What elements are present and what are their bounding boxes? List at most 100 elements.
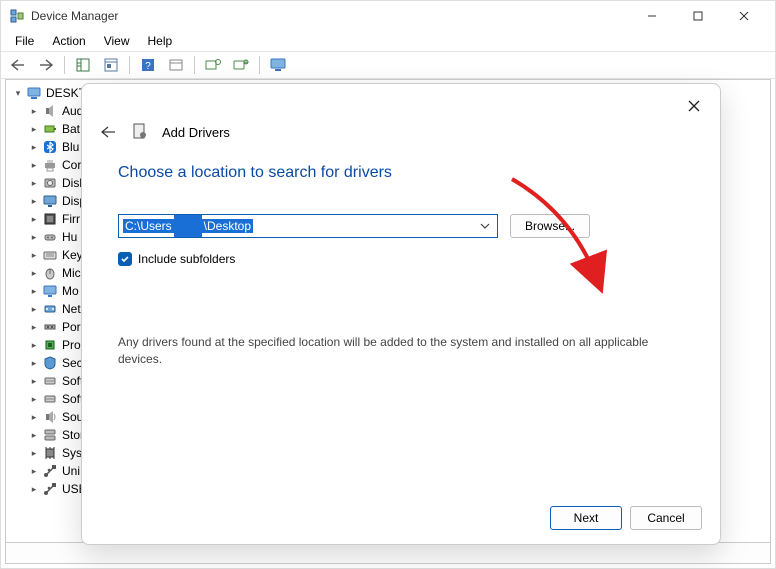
path-segment-1: C:\Users: [123, 219, 174, 233]
expand-icon[interactable]: ▸: [28, 339, 40, 351]
usb-icon: [42, 481, 58, 497]
scan-hardware-icon[interactable]: [200, 54, 226, 76]
dialog-heading: Choose a location to search for drivers: [118, 164, 684, 182]
add-drivers-dialog: Add Drivers Choose a location to search …: [81, 83, 721, 545]
expand-icon[interactable]: ▸: [28, 447, 40, 459]
storage-icon: [42, 427, 58, 443]
expand-icon[interactable]: ▸: [28, 429, 40, 441]
tree-item-label: Net: [62, 302, 81, 316]
tree-item-label: Por: [62, 320, 81, 334]
expand-icon[interactable]: ▸: [28, 195, 40, 207]
dialog-close-button[interactable]: [680, 92, 708, 120]
expand-icon[interactable]: ▸: [28, 465, 40, 477]
speaker-icon: [42, 103, 58, 119]
menu-action[interactable]: Action: [44, 32, 93, 50]
expand-icon[interactable]: ▸: [28, 357, 40, 369]
expand-icon[interactable]: ▸: [28, 105, 40, 117]
dialog-description: Any drivers found at the specified locat…: [118, 334, 684, 368]
menu-file[interactable]: File: [7, 32, 42, 50]
menu-view[interactable]: View: [96, 32, 138, 50]
chevron-down-icon[interactable]: [477, 215, 493, 237]
expand-icon[interactable]: ▸: [28, 177, 40, 189]
display-icon: [42, 193, 58, 209]
action-icon[interactable]: [163, 54, 189, 76]
show-hide-console-tree-icon[interactable]: [70, 54, 96, 76]
battery-icon: [42, 121, 58, 137]
expand-icon[interactable]: ▸: [28, 249, 40, 261]
monitor-icon[interactable]: [265, 54, 291, 76]
include-subfolders-checkbox[interactable]: Include subfolders: [118, 252, 684, 266]
close-button[interactable]: [721, 1, 767, 31]
tree-item-label: Blu: [62, 140, 79, 154]
expand-icon[interactable]: ▸: [28, 123, 40, 135]
chip-icon: [42, 445, 58, 461]
expand-icon[interactable]: ▸: [28, 321, 40, 333]
expand-icon[interactable]: ▸: [28, 375, 40, 387]
expand-icon[interactable]: ▸: [28, 141, 40, 153]
browse-button[interactable]: Browse...: [510, 214, 590, 238]
bluetooth-icon: [42, 139, 58, 155]
keyboard-icon: [42, 247, 58, 263]
security-icon: [42, 355, 58, 371]
add-driver-icon[interactable]: +: [228, 54, 254, 76]
window-title: Device Manager: [31, 9, 118, 23]
expand-icon[interactable]: ▸: [28, 411, 40, 423]
component-icon: [42, 373, 58, 389]
printer-icon: [42, 157, 58, 173]
hid-icon: [42, 229, 58, 245]
svg-text:?: ?: [145, 61, 151, 72]
help-icon[interactable]: ?: [135, 54, 161, 76]
driver-icon: [132, 123, 148, 142]
expand-icon[interactable]: ▾: [12, 87, 24, 99]
window-controls: [629, 1, 767, 31]
sound-icon: [42, 409, 58, 425]
forward-icon[interactable]: [33, 54, 59, 76]
tree-item-label: Cor: [62, 158, 81, 172]
expand-icon[interactable]: ▸: [28, 231, 40, 243]
maximize-button[interactable]: [675, 1, 721, 31]
disk-icon: [42, 175, 58, 191]
toolbar-sep: [259, 56, 260, 74]
expand-icon[interactable]: ▸: [28, 393, 40, 405]
tree-item-label: Pro: [62, 338, 81, 352]
dialog-body: Choose a location to search for drivers …: [118, 164, 684, 266]
toolbar: ? +: [1, 51, 775, 79]
tree-item-label: Mo: [62, 284, 79, 298]
back-icon[interactable]: [5, 54, 31, 76]
menubar: File Action View Help: [1, 31, 775, 51]
tree-item-label: Bat: [62, 122, 80, 136]
expand-icon[interactable]: ▸: [28, 303, 40, 315]
tree-item-label: Hu: [62, 230, 77, 244]
path-combobox[interactable]: C:\Users \Desktop: [118, 214, 498, 238]
toolbar-sep: [64, 56, 65, 74]
device-manager-icon: [9, 8, 25, 24]
network-icon: [42, 301, 58, 317]
path-segment-2: \Desktop: [202, 219, 253, 233]
expand-icon[interactable]: ▸: [28, 285, 40, 297]
toolbar-sep: [194, 56, 195, 74]
tree-item-label: Key: [62, 248, 83, 262]
cancel-button[interactable]: Cancel: [630, 506, 702, 530]
minimize-button[interactable]: [629, 1, 675, 31]
computer-icon: [26, 85, 42, 101]
next-button[interactable]: Next: [550, 506, 622, 530]
menu-help[interactable]: Help: [140, 32, 181, 50]
tree-item-label: Sec: [62, 356, 83, 370]
expand-icon[interactable]: ▸: [28, 213, 40, 225]
titlebar: Device Manager: [1, 1, 775, 31]
checkmark-icon: [118, 252, 132, 266]
monitor-icon: [42, 283, 58, 299]
expand-icon[interactable]: ▸: [28, 483, 40, 495]
expand-icon[interactable]: ▸: [28, 267, 40, 279]
port-icon: [42, 319, 58, 335]
toolbar-sep: [129, 56, 130, 74]
firmware-icon: [42, 211, 58, 227]
mouse-icon: [42, 265, 58, 281]
device-manager-window: Device Manager File Action View Help ? +…: [0, 0, 776, 569]
dialog-title: Add Drivers: [162, 125, 230, 140]
expand-icon[interactable]: ▸: [28, 159, 40, 171]
properties-icon[interactable]: [98, 54, 124, 76]
dialog-back-button[interactable]: [98, 122, 118, 142]
tree-item-label: Firr: [62, 212, 80, 226]
tree-item-label: Uni: [62, 464, 80, 478]
